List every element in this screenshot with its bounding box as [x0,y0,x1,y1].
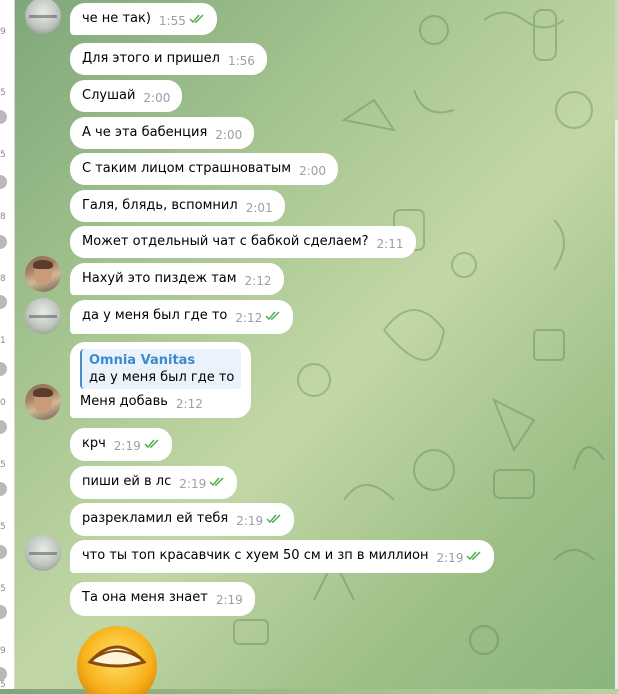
chat-avatar-dot[interactable] [0,545,7,559]
message-text: крч [82,436,106,451]
avatar[interactable] [25,298,61,334]
message-text: разрекламил ей тебя [82,511,229,526]
message-text: да у меня был где то [82,308,228,323]
message-bubble[interactable]: Для этого и пришел 1:56 [70,43,267,75]
chat-avatar-dot[interactable] [0,175,7,189]
message-time: 2:00 [143,91,171,105]
avatar[interactable] [25,256,61,292]
message-bubble[interactable]: пиши ей в лс 2:19 [70,466,238,499]
message-bubble[interactable]: А че эта бабенция 2:00 [70,117,255,149]
double-check-icon [144,439,159,449]
message-time: 2:12 [175,397,203,411]
message-time: 1:55 [158,14,186,28]
unread-count: 5 [0,584,6,594]
chat-avatar-dot[interactable] [0,110,7,124]
chat-avatar-dot[interactable] [0,482,7,496]
double-check-icon [266,514,281,524]
laughing-emoji-icon[interactable] [76,624,158,694]
message-bubble[interactable]: Галя, блядь, вспомнил 2:01 [70,190,285,222]
message-time: 2:01 [245,201,273,215]
unread-count: 5 [0,522,6,532]
message-bubble[interactable]: С таким лицом страшноватым 2:00 [70,153,339,185]
message-text: А че эта бабенция [82,125,208,140]
double-check-icon [209,477,224,487]
message-bubble[interactable]: че не так) 1:55 [70,3,217,35]
message-bubble[interactable]: да у меня был где то 2:12 [70,300,294,334]
message-bubble[interactable]: что ты топ красавчик с хуем 50 см и зп в… [70,540,495,573]
unread-count: 8 [0,212,6,222]
message-text: пиши ей в лс [82,474,172,489]
message-bubble[interactable]: Нахуй это пиздеж там 2:12 [70,263,284,295]
avatar[interactable] [25,384,61,420]
message-text: че не так) [82,11,151,26]
chat-avatar-dot[interactable] [0,605,7,619]
chat-avatar-dot[interactable] [0,420,7,434]
chat-avatar-dot[interactable] [0,362,7,376]
chat-avatar-dot[interactable] [0,235,7,249]
message-text: что ты топ красавчик с хуем 50 см и зп в… [82,548,429,563]
message-bubble[interactable]: Omnia Vanitas да у меня был где то Меня … [70,342,252,418]
double-check-icon [265,311,280,321]
message-time: 2:12 [244,274,272,288]
unread-count: 1 [0,336,6,346]
message-text: Может отдельный чат с бабкой сделаем? [82,234,369,249]
message-time: 2:12 [235,311,263,325]
message-text: Галя, блядь, вспомнил [82,198,238,213]
unread-count: 5 [0,150,6,160]
avatar[interactable] [25,0,61,34]
message-time: 2:00 [215,128,243,142]
message-time: 2:11 [376,237,404,251]
double-check-icon [189,14,204,24]
chat-list-edge: 9 5 5 8 8 1 0 5 5 5 9 5 [0,0,15,690]
message-time: 1:56 [227,54,255,68]
unread-count: 5 [0,460,6,470]
message-time: 2:19 [215,593,243,607]
unread-count: 5 [0,88,6,98]
message-bubble[interactable]: крч 2:19 [70,428,172,461]
avatar[interactable] [25,535,61,571]
unread-count: 9 [0,646,6,656]
unread-count: 8 [0,274,6,284]
reply-author: Omnia Vanitas [89,353,196,368]
unread-count: 0 [0,398,6,408]
message-time: 2:19 [436,551,464,565]
message-bubble[interactable]: разрекламил ей тебя 2:19 [70,503,295,536]
message-time: 2:19 [179,477,207,491]
message-bubble[interactable]: Может отдельный чат с бабкой сделаем? 2:1… [70,226,416,258]
message-text: Та она меня знает [82,590,208,605]
reply-text: да у меня был где то [89,370,235,385]
message-text: Меня добавь [80,394,168,409]
message-text: Для этого и пришел [82,51,220,66]
message-text: Нахуй это пиздеж там [82,271,237,286]
message-time: 2:19 [113,439,141,453]
message-time: 2:19 [236,514,264,528]
message-time: 2:00 [299,164,327,178]
message-text: С таким лицом страшноватым [82,161,292,176]
message-bubble[interactable]: Та она меня знает 2:19 [70,582,255,616]
double-check-icon [466,551,481,561]
unread-count: 9 [0,27,6,37]
chat-avatar-dot[interactable] [0,295,7,309]
chat-avatar-dot[interactable] [0,667,7,681]
message-text: Слушай [82,88,136,103]
reply-quote[interactable]: Omnia Vanitas да у меня был где то [80,349,242,389]
message-bubble[interactable]: Слушай 2:00 [70,80,183,112]
